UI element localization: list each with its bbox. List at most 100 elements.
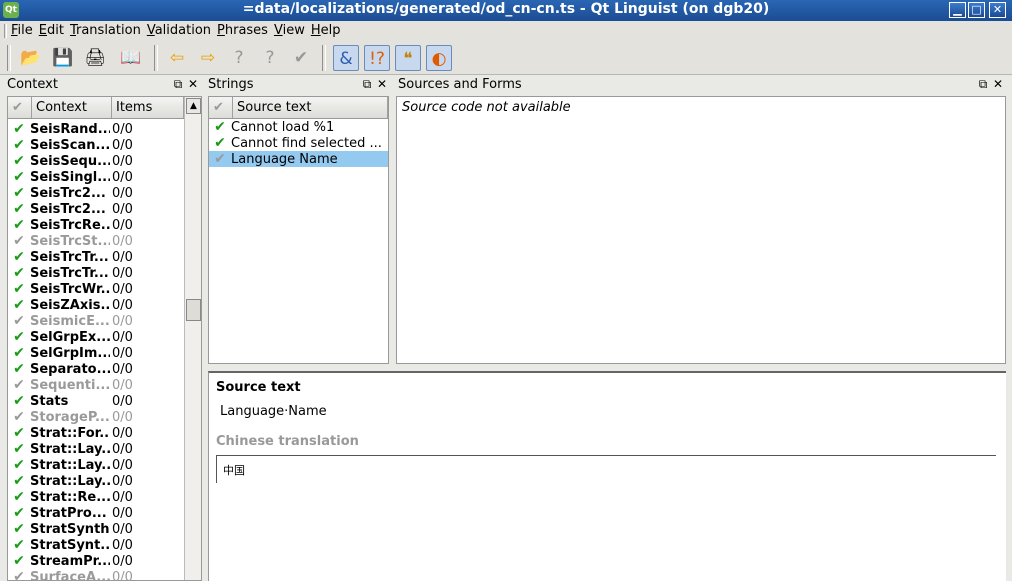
place-markers-icon[interactable]: ◐ [426,45,452,71]
translation-value[interactable]: 中国 [223,462,245,478]
menu-file[interactable]: File [11,22,38,38]
items-column-header[interactable]: Items [112,97,184,118]
context-row[interactable]: ✔ SurfaceA... 0/0 [8,569,184,580]
close-icon[interactable]: ✕ [187,77,199,91]
close-icon[interactable]: ✕ [376,77,388,91]
status-column-icon[interactable]: ✔ [8,97,32,118]
context-items: 0/0 [112,265,133,281]
source-unavailable-message: Source code not available [402,100,571,115]
menu-translation[interactable]: Translation [70,22,146,38]
minimize-button[interactable]: ▁ [949,2,966,18]
next-unfinished-icon[interactable]: ? [257,45,283,71]
sources-dock-header: Sources and Forms ⧉ ✕ [395,77,1006,93]
print-icon[interactable]: 🖨 [82,45,108,71]
strings-list: ✔ Source text ✔ Cannot load %1 ✔ Cannot fin… [208,96,389,364]
checkmark-icon: ✔ [13,473,25,489]
checkmark-icon: ✔ [13,265,25,281]
close-button[interactable]: ✕ [989,2,1006,18]
context-row[interactable]: ✔ StorageP... 0/0 [8,409,184,425]
menu-label-rest: elp [320,23,341,38]
checkmark-icon: ✔ [13,553,25,569]
menu-edit[interactable]: Edit [39,22,69,38]
checkmark-icon: ✔ [214,135,226,151]
context-row[interactable]: ✔ StreamPr... 0/0 [8,553,184,569]
context-row[interactable]: ✔ SeisTrcWr... 0/0 [8,281,184,297]
close-icon[interactable]: ✕ [992,77,1004,91]
context-row[interactable]: ✔ Strat::Lay... 0/0 [8,457,184,473]
toolbar-grip-2[interactable] [154,45,158,71]
toolbar-grip-3[interactable] [322,45,326,71]
accelerators-icon[interactable]: & [333,45,359,71]
context-row[interactable]: ✔ SeisRand... 0/0 [8,121,184,137]
string-row[interactable]: ✔ Language Name [209,151,388,167]
context-row[interactable]: ✔ Strat::Re... 0/0 [8,489,184,505]
context-items: 0/0 [112,409,133,425]
float-icon[interactable]: ⧉ [172,77,184,92]
context-items: 0/0 [112,489,133,505]
translation-field[interactable]: 中国 [216,455,996,483]
context-name: SeisTrcSt... [30,233,110,249]
context-row[interactable]: ✔ SeisTrcSt... 0/0 [8,233,184,249]
menu-validation[interactable]: Validation [147,22,216,38]
phrasebook-icon[interactable]: 📖 [118,45,144,71]
context-row[interactable]: ✔ Strat::Lay... 0/0 [8,441,184,457]
save-icon[interactable]: 💾 [50,45,76,71]
context-row[interactable]: ✔ SeisTrc2... 0/0 [8,185,184,201]
source-column-header[interactable]: Source text [233,97,388,118]
float-icon[interactable]: ⧉ [361,77,373,92]
context-row[interactable]: ✔ SeisTrc2... 0/0 [8,201,184,217]
status-column-icon[interactable]: ✔ [209,97,233,118]
context-row[interactable]: ✔ SeisSingl... 0/0 [8,169,184,185]
context-row[interactable]: ✔ SeismicE... 0/0 [8,313,184,329]
context-row[interactable]: ✔ SeisTrcRe... 0/0 [8,217,184,233]
menu-grip [4,24,7,38]
context-row[interactable]: ✔ Stats 0/0 [8,393,184,409]
context-row[interactable]: ✔ StratSynth 0/0 [8,521,184,537]
context-row[interactable]: ✔ SeisScan... 0/0 [8,137,184,153]
context-row[interactable]: ✔ StratPro... 0/0 [8,505,184,521]
scroll-up-icon[interactable]: ▲ [186,98,201,114]
context-items: 0/0 [112,153,133,169]
context-items: 0/0 [112,361,133,377]
string-row[interactable]: ✔ Cannot load %1 [209,119,388,135]
context-name: StreamPr... [30,553,110,569]
context-row[interactable]: ✔ Sequenti... 0/0 [8,377,184,393]
source-text-value: Language·Name [220,404,327,419]
prev-icon[interactable]: ⇦ [164,45,190,71]
checkmark-icon: ✔ [13,281,25,297]
context-scrollbar[interactable]: ▲ [184,97,201,580]
context-items: 0/0 [112,201,133,217]
next-icon[interactable]: ⇨ [195,45,221,71]
menu-phrases[interactable]: Phrases [217,22,273,38]
context-row[interactable]: ✔ SeisTrcTr... 0/0 [8,249,184,265]
context-row[interactable]: ✔ SelGrpEx... 0/0 [8,329,184,345]
context-name: Strat::For... [30,425,110,441]
context-name: SeisZAxis... [30,297,110,313]
context-row[interactable]: ✔ SeisTrcTr... 0/0 [8,265,184,281]
punctuation-icon[interactable]: !? [364,45,390,71]
open-icon[interactable]: 📂 [18,45,44,71]
context-row[interactable]: ✔ Separato... 0/0 [8,361,184,377]
prev-unfinished-icon[interactable]: ? [226,45,252,71]
toolbar-grip[interactable] [7,45,11,71]
menu-view[interactable]: View [274,22,310,38]
splitter-handle[interactable] [208,364,1006,371]
qt-linguist-window: Qt =data/localizations/generated/od_cn-c… [0,0,1012,581]
phrase-matches-icon[interactable]: ❝ [395,45,421,71]
context-row[interactable]: ✔ StratSynt... 0/0 [8,537,184,553]
context-row[interactable]: ✔ Strat::Lay... 0/0 [8,473,184,489]
context-column-header[interactable]: Context [32,97,112,118]
context-name: Strat::Lay... [30,457,110,473]
menu-help[interactable]: Help [311,22,346,38]
context-row[interactable]: ✔ SeisSequ... 0/0 [8,153,184,169]
context-row[interactable]: ✔ SelGrpIm... 0/0 [8,345,184,361]
string-row[interactable]: ✔ Cannot find selected ... [209,135,388,151]
float-icon[interactable]: ⧉ [977,77,989,92]
context-name: SeisTrcWr... [30,281,110,297]
scroll-thumb[interactable] [186,299,201,321]
maximize-button[interactable]: □ [968,2,985,18]
context-row[interactable]: ✔ Strat::For... 0/0 [8,425,184,441]
checkmark-icon: ✔ [13,505,25,521]
context-row[interactable]: ✔ SeisZAxis... 0/0 [8,297,184,313]
done-next-icon[interactable]: ✔ [288,45,314,71]
